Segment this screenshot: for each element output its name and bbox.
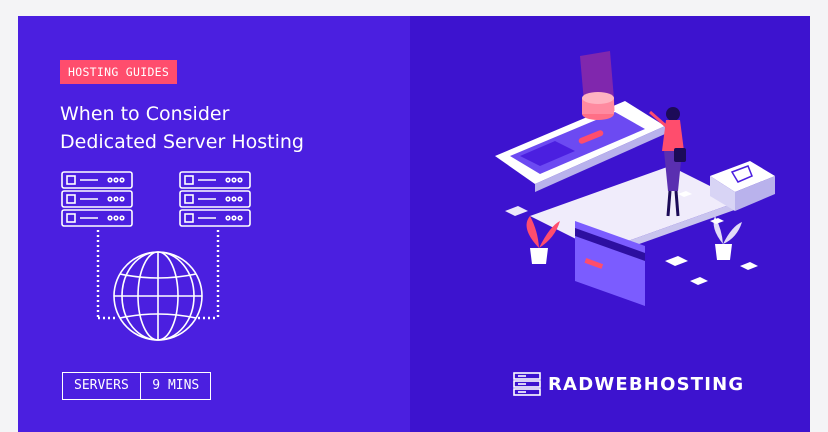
article-meta-box: SERVERS 9 MINS [62, 372, 212, 400]
brand-name: RADWEBHOSTING [548, 373, 745, 395]
server-network-icon [61, 171, 251, 341]
hosting-illustration [495, 51, 775, 306]
title-line-2: Dedicated Server Hosting [60, 131, 304, 153]
hero-right-panel: RADWEBHOSTING [410, 16, 810, 432]
title-line-1: When to Consider [60, 103, 230, 125]
article-hero-card[interactable]: HOSTING GUIDES When to Consider Dedicate… [18, 16, 810, 432]
hero-left-panel: HOSTING GUIDES When to Consider Dedicate… [18, 16, 410, 432]
server-rack-icon-left [61, 171, 133, 227]
logo-icon [513, 372, 541, 396]
brand-logo[interactable]: RADWEBHOSTING [512, 371, 744, 397]
category-tag[interactable]: HOSTING GUIDES [60, 60, 178, 84]
globe-icon [113, 251, 203, 341]
read-time-label: 9 MINS [152, 378, 200, 393]
server-rack-icon-right [179, 171, 251, 227]
article-title[interactable]: When to Consider Dedicated Server Hostin… [60, 100, 304, 156]
category-label[interactable]: SERVERS [63, 373, 140, 399]
